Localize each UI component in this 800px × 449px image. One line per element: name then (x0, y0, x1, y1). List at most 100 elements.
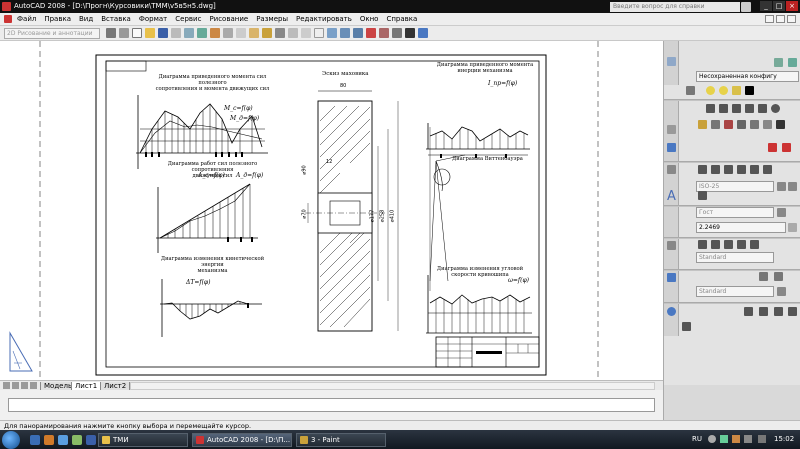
dimension-panel-icon[interactable] (667, 165, 676, 174)
menu-edit[interactable]: Правка (44, 15, 71, 23)
layer-swatch-icon[interactable] (745, 86, 754, 95)
command-line-input[interactable] (8, 398, 655, 412)
tab-next-button[interactable] (21, 382, 28, 389)
leader-style-icon[interactable] (750, 240, 759, 249)
pan-icon[interactable] (314, 28, 324, 38)
zoom-window-icon[interactable] (340, 28, 350, 38)
mtext-tool-icon[interactable] (763, 120, 772, 129)
volume-tray-icon[interactable] (744, 435, 752, 443)
tab-first-button[interactable] (3, 382, 10, 389)
match-icon[interactable] (782, 143, 791, 152)
dimstyle-apply-icon[interactable] (788, 182, 797, 191)
leader-collect-icon[interactable] (724, 240, 733, 249)
text-height-arrow-icon[interactable] (788, 223, 797, 232)
autocad-app-icon[interactable] (2, 2, 11, 11)
open-file-icon[interactable] (145, 28, 155, 38)
grid-icon[interactable] (119, 28, 129, 38)
save-icon[interactable] (158, 28, 168, 38)
horizontal-scrollbar[interactable] (130, 382, 655, 390)
region-tool-icon[interactable] (724, 120, 733, 129)
leader-remove-icon[interactable] (737, 240, 746, 249)
purge-icon[interactable] (768, 143, 777, 152)
clock[interactable]: 15:02 (774, 435, 794, 443)
task-tmi[interactable]: ТМИ (98, 433, 188, 447)
plot-preview-icon[interactable] (184, 28, 194, 38)
layer-freeze-icon[interactable] (788, 58, 797, 67)
new-file-icon[interactable] (132, 28, 142, 38)
print-icon[interactable] (171, 28, 181, 38)
layer-prev-icon[interactable] (686, 86, 695, 95)
layer-state-icon[interactable] (706, 86, 715, 95)
multileader-style-select[interactable]: Standard (696, 252, 774, 263)
menu-tools[interactable]: Сервис (175, 15, 201, 23)
linear-dim-icon[interactable] (698, 165, 707, 174)
polyline-tool-icon[interactable] (719, 104, 728, 113)
menu-file[interactable]: Файл (17, 15, 36, 23)
design-center-icon[interactable] (379, 28, 389, 38)
zoom-nav-icon[interactable] (744, 307, 753, 316)
layer-config-select[interactable]: Несохраненная конфигу (696, 71, 799, 82)
textstyle-select[interactable]: Гост (696, 207, 774, 218)
table-insert-icon[interactable] (759, 272, 768, 281)
antivirus-tray-icon[interactable] (732, 435, 740, 443)
publish-icon[interactable] (197, 28, 207, 38)
mtext-icon[interactable] (698, 191, 707, 200)
gradient-tool-icon[interactable] (737, 120, 746, 129)
block-editor-icon[interactable] (275, 28, 285, 38)
angular-dim-icon[interactable] (724, 165, 733, 174)
layer-color-icon[interactable] (719, 86, 728, 95)
menu-help[interactable]: Справка (386, 15, 417, 23)
navigation-icon[interactable] (667, 307, 676, 316)
menu-modify[interactable]: Редактировать (296, 15, 352, 23)
text-height-input[interactable]: 2.2469 (696, 222, 786, 233)
zoom-realtime-icon[interactable] (327, 28, 337, 38)
paste-icon[interactable] (249, 28, 259, 38)
doc-close-button[interactable] (787, 15, 796, 23)
tablestyle-icon[interactable] (777, 287, 786, 296)
dimstyle-select[interactable]: ISO-25 (696, 181, 774, 192)
zoom-in-nav-icon[interactable] (759, 307, 768, 316)
task-paint[interactable]: 3 - Paint (296, 433, 386, 447)
circle-tool-icon[interactable] (771, 104, 780, 113)
tool-palettes-icon[interactable] (392, 28, 402, 38)
leader-add-icon[interactable] (698, 240, 707, 249)
copy-icon[interactable] (236, 28, 246, 38)
diameter-dim-icon[interactable] (750, 165, 759, 174)
rectangle-tool-icon[interactable] (758, 104, 767, 113)
polygon-tool-icon[interactable] (745, 104, 754, 113)
pan-nav-icon[interactable] (682, 322, 691, 331)
draw-panel-icon[interactable] (667, 125, 676, 134)
menu-format[interactable]: Формат (139, 15, 167, 23)
properties-panel-icon[interactable] (667, 143, 676, 152)
block-tool-icon[interactable] (776, 120, 785, 129)
zoom-previous-icon[interactable] (353, 28, 363, 38)
help-search-input[interactable]: Введите вопрос для справки (610, 2, 740, 12)
doc-minimize-button[interactable] (765, 15, 774, 23)
drawing-area[interactable]: Диаграмма приведенного момента сил полез… (0, 41, 663, 380)
cut-icon[interactable] (223, 28, 233, 38)
maximize-button[interactable]: □ (773, 1, 785, 11)
layer-manager-icon[interactable] (667, 57, 676, 66)
table-tool-icon[interactable] (750, 120, 759, 129)
hatch-tool-icon[interactable] (711, 120, 720, 129)
power-tray-icon[interactable] (758, 435, 766, 443)
close-button[interactable]: × (786, 1, 798, 11)
menu-view[interactable]: Вид (79, 15, 93, 23)
minimize-button[interactable]: _ (760, 1, 772, 11)
network-tray-icon[interactable] (720, 435, 728, 443)
tablestyle-select[interactable]: Standard (696, 286, 774, 297)
start-button[interactable] (2, 431, 20, 449)
undo-icon[interactable] (288, 28, 298, 38)
menu-window[interactable]: Окно (360, 15, 379, 23)
calculator-icon[interactable] (405, 28, 415, 38)
arc-tool-icon[interactable] (732, 104, 741, 113)
ie-quicklaunch-icon[interactable] (58, 435, 68, 445)
radius-dim-icon[interactable] (737, 165, 746, 174)
doc-restore-button[interactable] (776, 15, 785, 23)
zoom-out-nav-icon[interactable] (774, 307, 783, 316)
table-icon[interactable] (667, 273, 676, 282)
3d-dwf-icon[interactable] (210, 28, 220, 38)
explorer-quicklaunch-icon[interactable] (30, 435, 40, 445)
aligned-dim-icon[interactable] (711, 165, 720, 174)
text-panel-icon[interactable]: A (667, 189, 676, 204)
